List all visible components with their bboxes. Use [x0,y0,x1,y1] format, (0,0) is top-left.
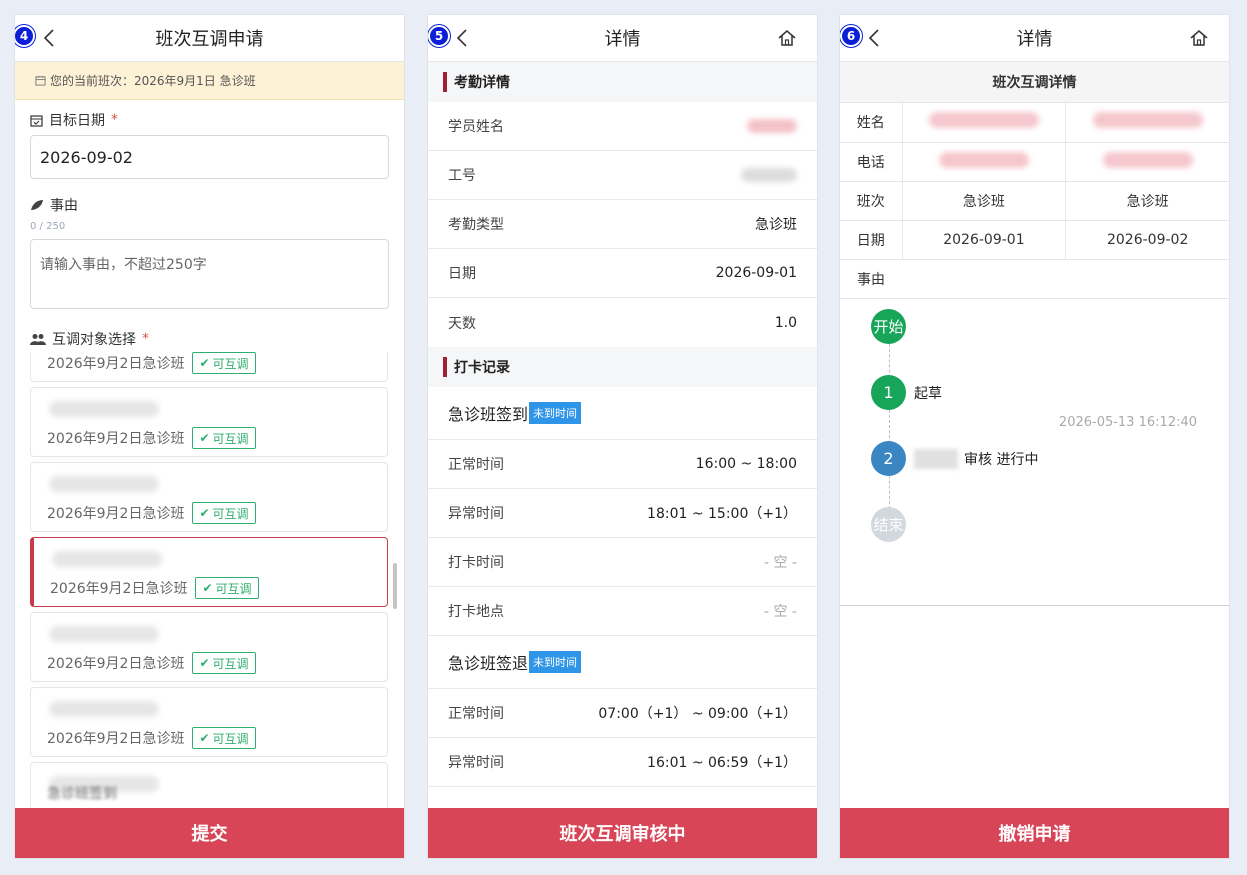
page-title: 班次互调申请 [155,29,264,50]
detail-row: 异常时间 18:01 ~ 15:00（+1） [428,489,817,538]
swappable-tag: ✔ 可互调 [192,352,256,374]
candidate-card[interactable]: 急诊班签到 [30,762,388,810]
detail-row: 打卡时间 - 空 - [428,538,817,587]
blurred-name [928,112,1039,129]
swappable-tag: ✔ 可互调 [195,577,259,599]
attendance-detail-screen: 详情 5 考勤详情 学员姓名 工号 考勤类型 急诊班 日期 2026-09-01 天… [427,14,818,859]
candidate-card[interactable]: 2026年9月2日急诊班 ✔ 可互调 [30,387,388,457]
detail-row: 正常时间 07:00（+1） ~ 09:00（+1） [428,689,817,738]
header: 详情 [428,15,817,62]
approval-flow: 开始 1 起草 2026-05-13 16:12:40 2 审核 进行中 结束 [840,299,1229,606]
page-title: 详情 [1016,29,1053,50]
detail-row: 正常时间 16:00 ~ 18:00 [428,440,817,489]
reason-row: 事由 [840,260,1229,299]
notice-text: 您的当前班次：2026年9月1日 急诊班 [50,74,256,88]
punch-section-head: 打卡记录 [428,347,817,387]
flow-step-node: 1 [871,374,906,410]
swappable-tag: ✔ 可互调 [192,727,256,749]
candidate-card[interactable]: 2026年9月2日急诊班 ✔ 可互调 [30,462,388,532]
target-date-label: 目标日期 * [15,110,404,130]
swap-request-screen: 班次互调申请 4 您的当前班次：2026年9月1日 急诊班 目标日期 * 2026… [14,14,405,859]
check-icon: ✔ [199,431,210,445]
flow-end-node: 结束 [871,506,906,542]
calendar-icon [35,75,46,86]
blurred-name [747,119,797,133]
step-badge: 6 [840,25,862,47]
swappable-tag: ✔ 可互调 [192,652,256,674]
flow-step-label: 起草 [914,385,942,402]
flow-step-time: 2026-05-13 16:12:40 [1058,414,1197,430]
flow-start-node: 开始 [871,308,906,344]
back-icon[interactable] [866,28,882,48]
detail-row: 天数 1.0 [448,314,797,332]
reason-textarea[interactable]: 请输入事由，不超过250字 [30,239,389,309]
status-pill: 未到时间 [529,402,582,424]
swappable-tag: ✔ 可互调 [192,502,256,524]
users-icon [30,334,46,345]
table-row: 姓名 [840,103,1229,143]
page-title: 详情 [604,29,641,50]
home-icon[interactable] [777,28,797,48]
blurred-approver [914,448,958,469]
check-icon: ✔ [199,506,210,520]
flow-step-node: 2 [871,440,906,476]
detail-row: 学员姓名 [428,102,817,151]
back-icon[interactable] [454,28,470,48]
status-pill: 未到时间 [529,651,582,673]
attendance-section-head: 考勤详情 [428,62,817,102]
detail-row: 异常时间 16:01 ~ 06:59（+1） [428,738,817,787]
blurred-name [1092,112,1203,129]
check-icon: ✔ [199,356,210,370]
candidate-card-selected[interactable]: 2026年9月2日急诊班 ✔ 可互调 [30,537,388,607]
review-status-button[interactable]: 班次互调审核中 [428,808,817,858]
check-icon: ✔ [202,581,213,595]
detail-title: 班次互调详情 [840,62,1229,103]
reason-label: 事由 [15,195,404,215]
submit-button[interactable]: 提交 [15,808,404,858]
back-icon[interactable] [41,28,57,48]
check-icon: ✔ [199,656,210,670]
candidate-list[interactable]: 2026年9月2日急诊班 ✔ 可互调 2026年9月2日急诊班 ✔ 可互调 2026… [30,352,390,810]
check-icon: ✔ [199,731,210,745]
swap-detail-table: 姓名 电话 班次 急诊班 急诊班 日期 2026-09-01 2026-09-0… [840,103,1229,260]
candidate-card[interactable]: 2026年9月2日急诊班 ✔ 可互调 [30,612,388,682]
detail-row: 考勤类型 急诊班 [428,200,817,249]
target-date-input[interactable]: 2026-09-02 [30,135,389,179]
reason-counter: 0 / 250 [30,221,66,232]
table-row: 日期 2026-09-01 2026-09-02 [840,220,1229,260]
swap-detail-screen: 详情 6 班次互调详情 姓名 电话 班次 急诊班 急诊班 日期 2026-09-… [839,14,1230,859]
calendar-check-icon [30,114,43,127]
blurred-id [741,168,797,182]
candidate-card[interactable]: 2026年9月2日急诊班 ✔ 可互调 [30,687,388,757]
leaf-icon [31,200,43,210]
checkout-head: 急诊班签退 未到时间 [428,636,817,689]
step-badge: 5 [428,25,450,47]
header: 班次互调申请 [15,15,404,62]
current-shift-notice: 您的当前班次：2026年9月1日 急诊班 [15,62,404,100]
table-row: 电话 [840,142,1229,182]
cancel-request-button[interactable]: 撤销申请 [840,808,1229,858]
step-badge: 4 [15,25,35,47]
blurred-phone [938,151,1029,168]
candidate-card[interactable]: 2026年9月2日急诊班 ✔ 可互调 [30,352,388,382]
detail-row: 工号 [428,151,817,200]
detail-row: 日期 2026-09-01 [428,249,817,298]
blurred-phone [1102,151,1193,168]
header: 详情 [840,15,1229,62]
swap-target-label: 互调对象选择 * [15,329,149,349]
flow-step-label: 审核 进行中 [914,448,1038,469]
home-icon[interactable] [1189,28,1209,48]
swappable-tag: ✔ 可互调 [192,427,256,449]
checkin-head: 急诊班签到 未到时间 [428,387,817,440]
detail-row: 打卡地点 - 空 - [428,587,817,636]
table-row: 班次 急诊班 急诊班 [840,181,1229,221]
list-scrollbar[interactable] [393,563,397,609]
